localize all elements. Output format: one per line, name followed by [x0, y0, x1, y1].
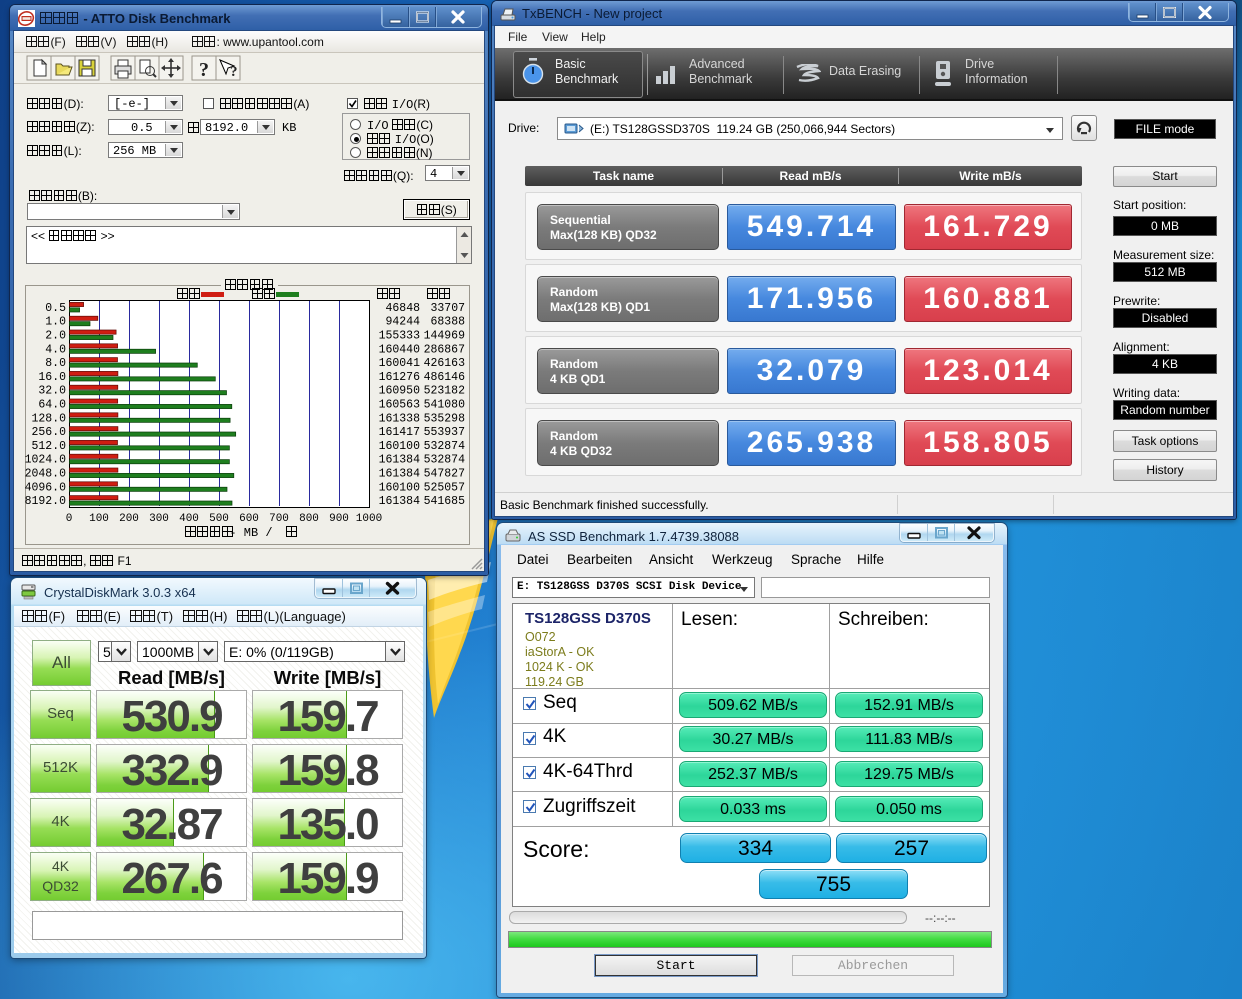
svg-text:161384: 161384 [379, 495, 421, 508]
svg-text:155333: 155333 [379, 330, 421, 343]
svg-text:46848: 46848 [385, 302, 420, 315]
svg-text:1.0: 1.0 [45, 316, 66, 329]
svg-text:33707: 33707 [430, 302, 465, 315]
svg-text:900: 900 [329, 513, 349, 525]
svg-text:0: 0 [66, 513, 73, 525]
svg-text:700: 700 [269, 513, 289, 525]
svg-text:?: ? [230, 64, 238, 80]
svg-text:?: ? [199, 59, 209, 81]
svg-text:512.0: 512.0 [31, 440, 66, 453]
svg-text:2048.0: 2048.0 [25, 468, 66, 481]
svg-text:547827: 547827 [424, 468, 465, 481]
svg-text:286867: 286867 [424, 343, 465, 356]
svg-text:160440: 160440 [379, 343, 421, 356]
svg-text:160100: 160100 [379, 481, 421, 494]
svg-text:532874: 532874 [424, 440, 466, 453]
svg-text:200: 200 [119, 513, 139, 525]
svg-text:161384: 161384 [379, 454, 421, 467]
svg-text:100: 100 [89, 513, 109, 525]
svg-text:8192.0: 8192.0 [25, 495, 66, 508]
svg-text:525057: 525057 [424, 481, 465, 494]
svg-text:532874: 532874 [424, 454, 466, 467]
svg-text:161384: 161384 [379, 468, 421, 481]
svg-text:32.0: 32.0 [38, 385, 66, 398]
svg-text:553937: 553937 [424, 426, 465, 439]
svg-text:486146: 486146 [424, 371, 466, 384]
svg-text:160563: 160563 [379, 399, 421, 412]
svg-text:94244: 94244 [385, 316, 420, 329]
svg-text:1024.0: 1024.0 [25, 454, 66, 467]
svg-text:800: 800 [299, 513, 319, 525]
svg-text:426163: 426163 [424, 357, 466, 370]
svg-text:64.0: 64.0 [38, 399, 66, 412]
svg-text:300: 300 [149, 513, 169, 525]
svg-text:128.0: 128.0 [31, 412, 66, 425]
svg-text:541685: 541685 [424, 495, 466, 508]
svg-text:161417: 161417 [379, 426, 420, 439]
svg-text:161276: 161276 [379, 371, 421, 384]
svg-text:535298: 535298 [424, 412, 466, 425]
svg-text:2.0: 2.0 [45, 330, 66, 343]
svg-text:8.0: 8.0 [45, 357, 66, 370]
svg-text:541080: 541080 [424, 399, 466, 412]
svg-text:600: 600 [239, 513, 259, 525]
svg-text:4.0: 4.0 [45, 343, 66, 356]
svg-text:160041: 160041 [379, 357, 421, 370]
svg-text:0.5: 0.5 [45, 302, 66, 315]
svg-text:400: 400 [179, 513, 199, 525]
svg-text:4096.0: 4096.0 [25, 481, 66, 494]
svg-text:160950: 160950 [379, 385, 421, 398]
svg-text:523182: 523182 [424, 385, 466, 398]
svg-text:160100: 160100 [379, 440, 421, 453]
svg-text:161338: 161338 [379, 412, 421, 425]
svg-text:- MB /: - MB / [229, 526, 272, 540]
svg-text:256.0: 256.0 [31, 426, 66, 439]
svg-text:500: 500 [209, 513, 229, 525]
svg-text:1000: 1000 [356, 513, 382, 525]
svg-text:144969: 144969 [424, 330, 466, 343]
svg-text:16.0: 16.0 [38, 371, 66, 384]
svg-text:68388: 68388 [430, 316, 465, 329]
